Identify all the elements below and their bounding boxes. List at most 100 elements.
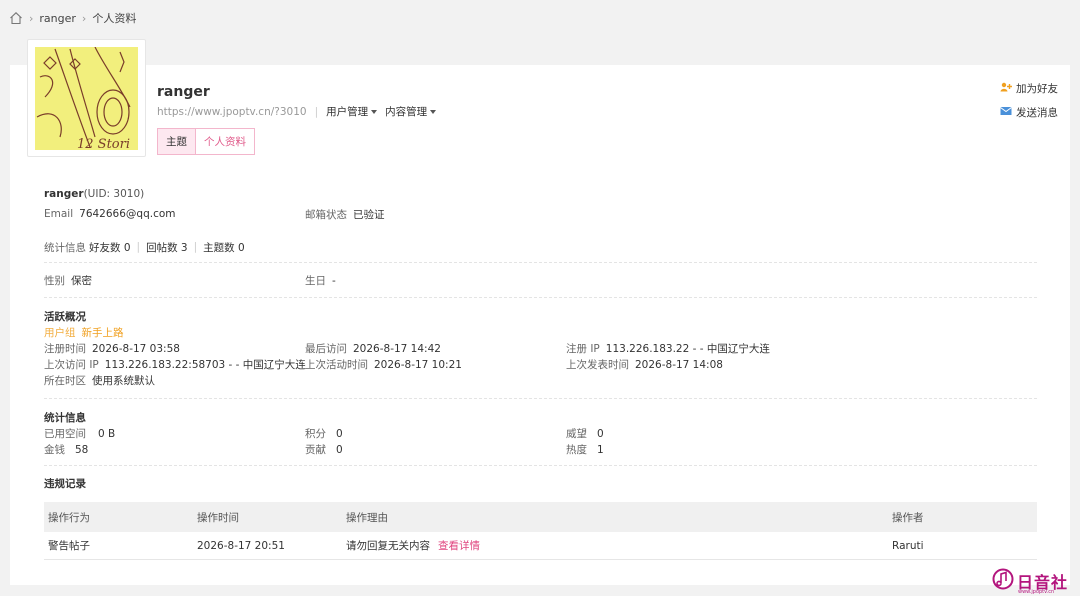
activity-title: 活跃概况 (44, 310, 86, 323)
basic-email-row: Email 7642666@qq.com 邮箱状态 已验证 (44, 206, 1037, 222)
header-reason: 操作理由 (346, 511, 388, 524)
last-ip-label: 上次访问 IP (44, 358, 99, 371)
activity-row-1: 注册时间 2026-8-17 03:58 最后访问 2026-8-17 14:42 … (44, 340, 1037, 356)
tab-topic[interactable]: 主题 (157, 128, 196, 155)
breadcrumb-user[interactable]: ranger (39, 12, 76, 25)
group-label: 用户组 (44, 326, 76, 339)
activity-group-row: 用户组 新手上路 (44, 324, 1037, 340)
envelope-icon (1000, 106, 1012, 119)
profile-name: ranger (157, 84, 210, 100)
timezone-value: 使用系统默认 (92, 374, 155, 387)
gender-value: 保密 (71, 274, 92, 287)
contrib-value: 0 (336, 443, 343, 456)
header-operator: 操作者 (892, 511, 924, 524)
divider: | (314, 105, 319, 118)
avatar-caption: 12 Stori (77, 137, 131, 150)
tab-profile[interactable]: 个人资料 (196, 128, 255, 155)
topics-count[interactable]: 主题数 0 (203, 240, 245, 255)
prestige-value: 0 (597, 427, 604, 440)
caret-down-icon (430, 109, 437, 114)
friends-count[interactable]: 好友数 0 (89, 240, 131, 255)
profile-url[interactable]: https://www.jpoptv.cn/?3010 (157, 106, 307, 118)
cell-time: 2026-8-17 20:51 (197, 539, 285, 552)
heat-value: 1 (597, 443, 604, 456)
profile-tabs: 主题 个人资料 (157, 128, 255, 155)
points-label: 积分 (305, 427, 326, 440)
add-friend-icon (1000, 82, 1012, 95)
caret-down-icon (371, 109, 378, 114)
birthday-value: - (332, 274, 336, 287)
header-action: 操作行为 (48, 511, 90, 524)
watermark-sub: www.jpoptv.cn (1017, 589, 1055, 595)
group-value[interactable]: 新手上路 (82, 325, 124, 340)
violations-table: 操作行为 操作时间 操作理由 操作者 警告帖子 2026-8-17 20:51 … (44, 502, 1037, 560)
stats-line-label: 统计信息 (44, 241, 86, 254)
last-post-value: 2026-8-17 14:08 (635, 358, 723, 371)
avatar-image: 12 Stori (35, 47, 138, 150)
timezone-label: 所在时区 (44, 374, 86, 387)
birthday-label: 生日 (305, 274, 326, 287)
add-friend-button[interactable]: 加为好友 (1000, 79, 1058, 97)
gender-label: 性别 (44, 274, 65, 287)
breadcrumb-page[interactable]: 个人资料 (92, 10, 136, 26)
section-divider (44, 398, 1037, 399)
content-manage-label: 内容管理 (385, 106, 428, 118)
info-uid: (UID: 3010) (83, 188, 145, 200)
mail-status-label: 邮箱状态 (305, 208, 347, 221)
info-username: ranger (44, 188, 84, 200)
send-message-button[interactable]: 发送消息 (1000, 103, 1058, 121)
avatar[interactable]: 12 Stori (27, 39, 146, 157)
space-label: 已用空间 (44, 427, 86, 440)
personal-row: 性别 保密 生日 - (44, 272, 1037, 288)
violations-title: 违规记录 (44, 477, 86, 490)
mail-status-value: 已验证 (353, 208, 385, 221)
last-active-value: 2026-8-17 10:21 (374, 358, 462, 371)
divider: | (193, 241, 198, 253)
chevron-right-icon: › (81, 11, 87, 25)
side-actions: 加为好友 发送消息 (1000, 79, 1058, 127)
last-ip-value: 113.226.183.22:58703 - - 中国辽宁大连 (104, 358, 306, 371)
stats-line-row: 统计信息 好友数 0 | 回帖数 3 | 主题数 0 (44, 239, 1037, 255)
email-value: 7642666@qq.com (79, 208, 176, 220)
table-header: 操作行为 操作时间 操作理由 操作者 (44, 502, 1037, 532)
activity-row-3: 所在时区 使用系统默认 (44, 372, 1037, 388)
cell-action: 警告帖子 (48, 540, 90, 552)
last-active-label: 上次活动时间 (305, 358, 368, 371)
header-time: 操作时间 (197, 511, 239, 524)
reg-time-value: 2026-8-17 03:58 (92, 342, 180, 355)
heat-label: 热度 (566, 443, 587, 456)
prestige-label: 威望 (566, 427, 587, 440)
view-detail-link[interactable]: 查看详情 (438, 540, 480, 552)
add-friend-label: 加为好友 (1016, 82, 1058, 95)
breadcrumb: › ranger › 个人资料 (9, 9, 136, 27)
space-value: 0 B (98, 427, 116, 440)
music-note-logo-icon (992, 568, 1014, 593)
profile-info: ranger (UID: 3010) Email 7642666@qq.com 邮… (44, 186, 1037, 491)
last-visit-value: 2026-8-17 14:42 (353, 342, 441, 355)
money-value: 58 (75, 443, 89, 456)
site-watermark: 日音社 www.jpoptv.cn (992, 568, 1068, 595)
points-value: 0 (336, 427, 343, 440)
basic-name-row: ranger (UID: 3010) (44, 186, 1037, 202)
replies-count[interactable]: 回帖数 3 (146, 240, 188, 255)
section-divider (44, 465, 1037, 466)
statistics-title: 统计信息 (44, 411, 86, 424)
reg-ip-label: 注册 IP (566, 342, 600, 355)
reg-time-label: 注册时间 (44, 342, 86, 355)
chevron-right-icon: › (29, 11, 34, 25)
home-icon[interactable] (9, 11, 23, 25)
content-manage-menu[interactable]: 内容管理 (385, 104, 437, 119)
divider: | (136, 241, 141, 253)
user-manage-menu[interactable]: 用户管理 (326, 104, 378, 119)
reg-ip-value: 113.226.183.22 - - 中国辽宁大连 (605, 342, 770, 355)
statistics-row-2: 金钱 58 贡献 0 热度 1 (44, 441, 1037, 457)
activity-row-2: 上次访问 IP 113.226.183.22:58703 - - 中国辽宁大连 上… (44, 356, 1037, 372)
contrib-label: 贡献 (305, 443, 326, 456)
email-label: Email (44, 208, 74, 220)
cell-operator: Raruti (892, 539, 924, 552)
last-post-label: 上次发表时间 (566, 358, 629, 371)
money-label: 金钱 (44, 443, 65, 456)
section-divider (44, 262, 1037, 263)
profile-links: https://www.jpoptv.cn/?3010 | 用户管理 内容管理 (157, 104, 444, 119)
last-visit-label: 最后访问 (305, 342, 347, 355)
